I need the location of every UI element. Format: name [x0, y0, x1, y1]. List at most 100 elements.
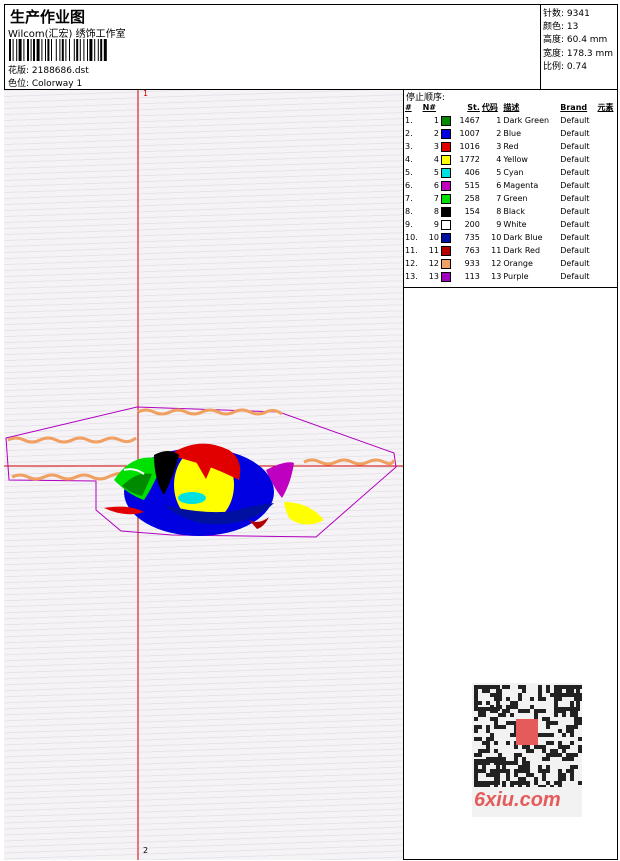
- design-canvas: 1 2: [4, 90, 404, 860]
- cell-index: 7.: [405, 194, 413, 203]
- cell-swatch: [440, 231, 454, 244]
- design-stats: 针数: 9341 颜色: 13 高度: 60.4 mm 宽度: 178.3 mm…: [541, 4, 618, 90]
- cell-brand: Default: [560, 220, 590, 229]
- cell-stitches: 1016: [459, 142, 480, 151]
- col-header-stitches: St.: [467, 102, 480, 112]
- cell-brand: Default: [560, 246, 590, 255]
- cell-stitches: 200: [464, 220, 480, 229]
- cell-code: 10: [491, 233, 502, 242]
- color-table-row: 2. 2 1007 2 Blue Default: [404, 127, 618, 140]
- cell-code: 6: [496, 181, 502, 190]
- cell-stitches: 1467: [459, 116, 480, 125]
- color-count: 颜色: 13: [543, 22, 579, 32]
- cell-element: [597, 270, 619, 283]
- cell-code: 3: [496, 142, 502, 151]
- cell-swatch: [440, 257, 454, 270]
- cell-swatch: [440, 179, 454, 192]
- cell-stitches: 933: [464, 259, 480, 268]
- color-swatch: [440, 115, 451, 126]
- cell-index: 13.: [405, 272, 418, 281]
- embroidery-preview: [4, 90, 403, 860]
- cell-description: Yellow: [503, 155, 528, 164]
- cell-needle: 5: [433, 168, 439, 177]
- cell-index: 8.: [405, 207, 413, 216]
- header-info: 生产作业图 Wilcom(汇宏) 绣饰工作室 花版: 2188686.dst 色…: [4, 4, 541, 90]
- cell-swatch: [440, 114, 454, 127]
- watermark-site-text: 6xiu.com: [474, 789, 561, 811]
- cell-index: 10.: [405, 233, 418, 242]
- cell-element: [597, 153, 619, 166]
- cell-index: 4.: [405, 155, 413, 164]
- cell-brand: Default: [560, 259, 590, 268]
- cell-element: [597, 166, 619, 179]
- cell-code: 8: [496, 207, 502, 216]
- cell-element: [597, 114, 619, 127]
- barcode-image: [9, 39, 107, 61]
- color-table-row: 5. 5 406 5 Cyan Default: [404, 166, 618, 179]
- cell-index: 12.: [405, 259, 418, 268]
- color-swatch: [440, 258, 451, 269]
- cell-code: 7: [496, 194, 502, 203]
- cell-description: Purple: [503, 272, 529, 281]
- cell-stitches: 515: [464, 181, 480, 190]
- cell-brand: Default: [560, 194, 590, 203]
- cell-swatch: [440, 218, 454, 231]
- orange-wave-3: [11, 471, 125, 481]
- cell-needle: 4: [433, 155, 439, 164]
- col-header-needle: N#: [422, 102, 436, 112]
- cell-index: 6.: [405, 181, 413, 190]
- color-table-row: 9. 9 200 9 White Default: [404, 218, 618, 231]
- cell-index: 3.: [405, 142, 413, 151]
- color-table-header: # N# St. 代码 描述 Brand 元素: [404, 100, 618, 114]
- fish-cyan-eye: [178, 492, 206, 504]
- cell-stitches: 1007: [459, 129, 480, 138]
- cell-stitches: 258: [464, 194, 480, 203]
- design-file-label: 花版: 2188686.dst: [8, 66, 89, 76]
- color-swatch: [440, 154, 451, 165]
- cell-brand: Default: [560, 233, 590, 242]
- color-table-row: 8. 8 154 8 Black Default: [404, 205, 618, 218]
- axis-top-label: 1: [143, 90, 149, 98]
- cell-element: [597, 244, 619, 257]
- color-table-row: 7. 7 258 7 Green Default: [404, 192, 618, 205]
- stitch-count: 针数: 9341: [543, 9, 590, 19]
- color-swatch: [440, 180, 451, 191]
- cell-element: [597, 231, 619, 244]
- color-table-row: 3. 3 1016 3 Red Default: [404, 140, 618, 153]
- cell-needle: 2: [433, 129, 439, 138]
- cell-stitches: 406: [464, 168, 480, 177]
- color-swatch: [440, 271, 451, 282]
- color-swatch: [440, 219, 451, 230]
- orange-wave-4: [303, 458, 396, 466]
- color-swatch: [440, 245, 451, 256]
- cell-code: 5: [496, 168, 502, 177]
- cell-needle: 11: [428, 246, 439, 255]
- col-header-element: 元素: [597, 102, 614, 112]
- cell-description: Red: [503, 142, 519, 151]
- color-swatch: [440, 206, 451, 217]
- design-width: 宽度: 178.3 mm: [543, 49, 614, 59]
- color-table-row: 11. 11 763 11 Dark Red Default: [404, 244, 618, 257]
- cell-index: 5.: [405, 168, 413, 177]
- cell-needle: 8: [433, 207, 439, 216]
- col-header-index: #: [405, 102, 412, 112]
- color-swatch: [440, 128, 451, 139]
- fish-yellow-tail: [284, 502, 324, 525]
- cell-code: 1: [496, 116, 502, 125]
- col-header-description: 描述: [503, 102, 520, 112]
- cell-index: 2.: [405, 129, 413, 138]
- cell-stitches: 735: [464, 233, 480, 242]
- cell-stitches: 763: [464, 246, 480, 255]
- cell-element: [597, 127, 619, 140]
- col-header-swatch: [440, 100, 454, 114]
- cell-code: 12: [491, 259, 502, 268]
- cell-brand: Default: [560, 116, 590, 125]
- cell-code: 9: [496, 220, 502, 229]
- cell-description: Orange: [503, 259, 533, 268]
- axis-bottom-label: 2: [143, 846, 149, 855]
- page-title: 生产作业图: [10, 8, 86, 26]
- cell-stitches: 1772: [459, 155, 480, 164]
- cell-brand: Default: [560, 129, 590, 138]
- cell-stitches: 154: [464, 207, 480, 216]
- side-panel-divider: [404, 287, 618, 288]
